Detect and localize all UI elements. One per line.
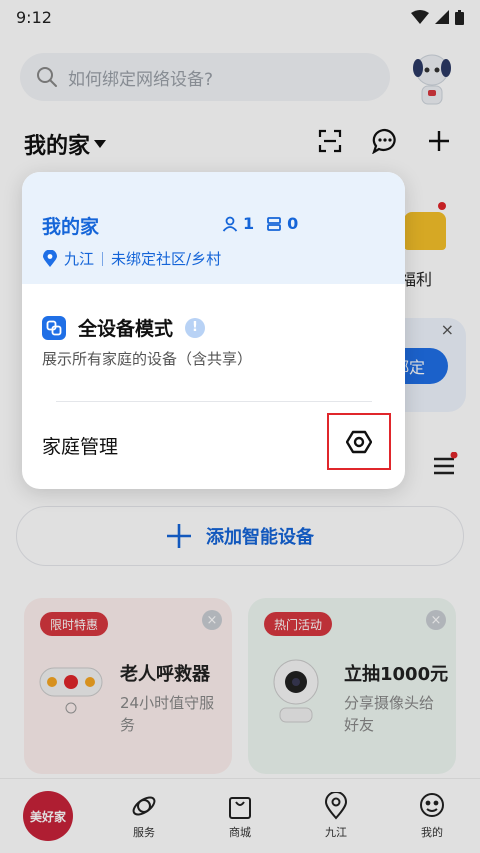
all-device-mode[interactable]: 全设备模式 ! xyxy=(42,314,206,341)
devices-value: 0 xyxy=(287,214,299,233)
home-stats: 1 0 xyxy=(222,214,298,233)
home-settings-button[interactable] xyxy=(327,413,391,470)
location-pin-icon xyxy=(43,249,57,267)
divider xyxy=(56,401,372,402)
location-divider xyxy=(102,251,104,266)
person-icon xyxy=(222,216,238,232)
hexagon-settings-icon xyxy=(346,430,372,453)
home-management-label[interactable]: 家庭管理 xyxy=(42,432,118,459)
devices-count: 0 xyxy=(266,214,298,233)
info-icon[interactable]: ! xyxy=(185,317,206,338)
mode-description: 展示所有家庭的设备（含共享） xyxy=(42,350,253,368)
device-icon xyxy=(267,216,282,231)
home-community: 未绑定社区/乡村 xyxy=(111,250,222,268)
home-option-name: 我的家 xyxy=(42,216,100,238)
home-option[interactable]: 我的家 1 0 九江 未绑定社区/乡村 xyxy=(22,172,405,284)
device-mode-icon xyxy=(42,315,66,340)
home-city: 九江 xyxy=(64,250,95,268)
mode-title: 全设备模式 xyxy=(78,318,174,340)
home-dropdown: 我的家 1 0 九江 未绑定社区/乡村 全设备模式 ! 展示所有家庭的设备（含共… xyxy=(22,172,405,489)
members-value: 1 xyxy=(243,214,255,233)
members-count: 1 xyxy=(222,214,254,233)
home-location: 九江 未绑定社区/乡村 xyxy=(42,248,221,269)
